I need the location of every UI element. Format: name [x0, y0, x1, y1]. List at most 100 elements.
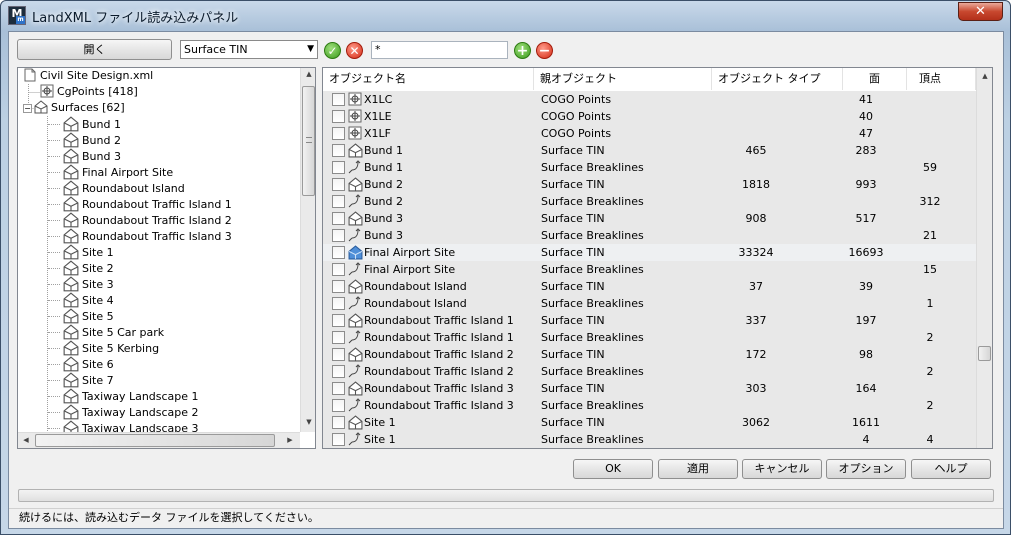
table-row[interactable]: Roundabout Traffic Island 2 Surface Break…: [323, 363, 976, 380]
tree-item-surfaces[interactable]: − Surfaces [62]: [23, 100, 125, 116]
app-icon[interactable]: Mm: [8, 6, 26, 25]
tree-item-surface[interactable]: Site 5 Car park: [48, 324, 164, 340]
row-checkbox[interactable]: [332, 127, 345, 140]
table-row[interactable]: Site 1 Surface Breaklines 4 4: [323, 431, 976, 448]
table-row[interactable]: Roundabout Traffic Island 3 Surface TIN 30…: [323, 380, 976, 397]
tree-item-surface[interactable]: Site 5: [48, 308, 114, 324]
table-row[interactable]: Bund 3 Surface Breaklines 21: [323, 227, 976, 244]
tree-item-surface[interactable]: Site 2: [48, 260, 114, 276]
ok-button[interactable]: OK: [573, 459, 653, 479]
column-header-type[interactable]: オブジェクト タイプ: [712, 68, 843, 90]
table-row[interactable]: X1LF COGO Points 47: [323, 125, 976, 142]
surface-icon: [63, 132, 79, 148]
column-header-faces[interactable]: 面: [843, 68, 907, 90]
row-checkbox[interactable]: [332, 263, 345, 276]
scroll-thumb[interactable]: [302, 86, 315, 196]
row-checkbox[interactable]: [332, 212, 345, 225]
row-checkbox[interactable]: [332, 399, 345, 412]
grid-vertical-scrollbar[interactable]: ▲: [976, 68, 992, 448]
table-row[interactable]: Final Airport Site Surface Breaklines 15: [323, 261, 976, 278]
scroll-thumb[interactable]: [978, 346, 991, 361]
cancel-button[interactable]: キャンセル: [742, 459, 822, 479]
hscroll-thumb[interactable]: [35, 434, 275, 447]
tree-item-cgpoints[interactable]: CgPoints [418]: [40, 84, 138, 100]
table-row[interactable]: Final Airport Site Surface TIN 33324 16693: [323, 244, 976, 261]
surface-type-dropdown[interactable]: Surface TIN ▼: [180, 40, 318, 59]
filter-input[interactable]: *: [371, 41, 508, 59]
row-checkbox[interactable]: [332, 195, 345, 208]
checkmark-icon[interactable]: ✓: [324, 42, 341, 59]
tree-root[interactable]: Civil Site Design.xml: [23, 68, 153, 84]
table-row[interactable]: Bund 3 Surface TIN 908 517: [323, 210, 976, 227]
table-row[interactable]: Bund 2 Surface TIN 1818 993: [323, 176, 976, 193]
tree-item-surface[interactable]: Roundabout Traffic Island 3: [48, 228, 232, 244]
tree-item-surface[interactable]: Site 3: [48, 276, 114, 292]
surface-icon: [63, 148, 79, 164]
row-checkbox[interactable]: [332, 433, 345, 446]
table-row[interactable]: X1LC COGO Points 41: [323, 91, 976, 108]
row-checkbox[interactable]: [332, 314, 345, 327]
tree-item-surface[interactable]: Roundabout Island: [48, 180, 185, 196]
help-button[interactable]: ヘルプ: [911, 459, 991, 479]
tree-vertical-scrollbar[interactable]: ▲ ▼: [300, 68, 315, 432]
tree-item-surface[interactable]: Site 4: [48, 292, 114, 308]
tree-item-surface[interactable]: Taxiway Landscape 1: [48, 388, 199, 404]
tree-item-surface[interactable]: Roundabout Traffic Island 1: [48, 196, 232, 212]
add-filter-icon[interactable]: +: [514, 42, 531, 59]
table-row[interactable]: Site 1 Surface TIN 3062 1611: [323, 414, 976, 431]
row-checkbox[interactable]: [332, 246, 345, 259]
title-bar[interactable]: Mm LandXML ファイル読み込みパネル ✕: [1, 1, 1010, 31]
apply-button[interactable]: 適用: [658, 459, 738, 479]
breakline-icon: [348, 160, 362, 177]
table-row[interactable]: X1LE COGO Points 40: [323, 108, 976, 125]
row-checkbox[interactable]: [332, 178, 345, 191]
row-checkbox[interactable]: [332, 280, 345, 293]
row-checkbox[interactable]: [332, 144, 345, 157]
table-row[interactable]: Roundabout Island Surface TIN 37 39: [323, 278, 976, 295]
tree-item-surface[interactable]: Final Airport Site: [48, 164, 173, 180]
row-checkbox[interactable]: [332, 416, 345, 429]
tree-item-surface[interactable]: Roundabout Traffic Island 2: [48, 212, 232, 228]
tree-item-surface[interactable]: Taxiway Landscape 2: [48, 404, 199, 420]
cell-faces: 47: [859, 127, 873, 140]
row-checkbox[interactable]: [332, 365, 345, 378]
column-header-parent[interactable]: 親オブジェクト: [534, 68, 712, 90]
tree-item-surface[interactable]: Site 5 Kerbing: [48, 340, 159, 356]
table-row[interactable]: Bund 1 Surface Breaklines 59: [323, 159, 976, 176]
row-checkbox[interactable]: [332, 93, 345, 106]
row-checkbox[interactable]: [332, 229, 345, 242]
scroll-down-arrow[interactable]: ▼: [301, 418, 315, 426]
column-header-vertices[interactable]: 頂点: [907, 68, 976, 90]
scroll-up-arrow[interactable]: ▲: [977, 72, 992, 80]
table-row[interactable]: Roundabout Traffic Island 1 Surface Break…: [323, 329, 976, 346]
table-row[interactable]: Roundabout Traffic Island 2 Surface TIN 17…: [323, 346, 976, 363]
close-button[interactable]: ✕: [958, 2, 1003, 21]
scroll-up-arrow[interactable]: ▲: [301, 70, 315, 78]
scroll-right-arrow[interactable]: ▶: [282, 436, 298, 444]
column-header-name[interactable]: オブジェクト名: [323, 68, 534, 90]
row-checkbox[interactable]: [332, 331, 345, 344]
row-checkbox[interactable]: [332, 348, 345, 361]
tree-item-surface[interactable]: Bund 1: [48, 116, 121, 132]
scroll-left-arrow[interactable]: ◀: [18, 436, 34, 444]
tree-item-surface[interactable]: Bund 3: [48, 148, 121, 164]
tree-item-surface[interactable]: Site 6: [48, 356, 114, 372]
row-checkbox[interactable]: [332, 382, 345, 395]
tree-item-surface[interactable]: Site 1: [48, 244, 114, 260]
remove-filter-icon[interactable]: −: [536, 42, 553, 59]
row-checkbox[interactable]: [332, 297, 345, 310]
tree-item-surface[interactable]: Bund 2: [48, 132, 121, 148]
cross-icon[interactable]: ✕: [346, 42, 363, 59]
table-row[interactable]: Bund 1 Surface TIN 465 283: [323, 142, 976, 159]
table-row[interactable]: Roundabout Traffic Island 3 Surface Break…: [323, 397, 976, 414]
tree-horizontal-scrollbar[interactable]: ◀ ▶: [18, 432, 300, 448]
row-checkbox[interactable]: [332, 161, 345, 174]
table-row[interactable]: Bund 2 Surface Breaklines 312: [323, 193, 976, 210]
table-row[interactable]: Roundabout Island Surface Breaklines 1: [323, 295, 976, 312]
collapse-icon[interactable]: −: [23, 104, 32, 113]
open-button[interactable]: 開く: [17, 39, 172, 60]
tree-item-surface[interactable]: Site 7: [48, 372, 114, 388]
table-row[interactable]: Roundabout Traffic Island 1 Surface TIN 33…: [323, 312, 976, 329]
options-button[interactable]: オプション: [826, 459, 906, 479]
row-checkbox[interactable]: [332, 110, 345, 123]
